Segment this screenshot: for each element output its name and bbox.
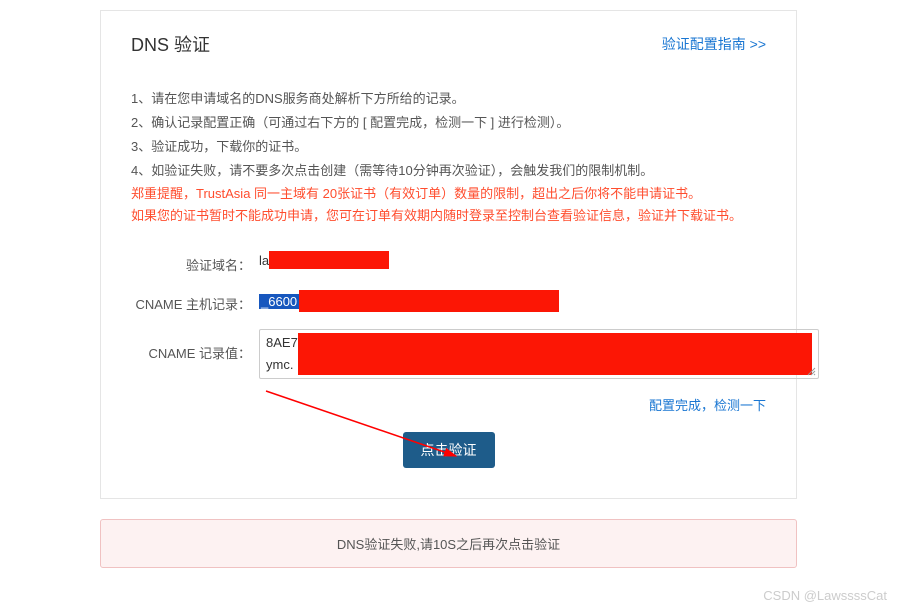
cname-value-line2: ymc.: [266, 355, 298, 375]
watermark: CSDN @LawssssCat: [763, 588, 887, 603]
redacted-bar: [299, 290, 559, 312]
cname-host-value: _6600: [259, 290, 559, 312]
verify-button-row: 点击验证: [131, 432, 766, 468]
form-row-domain: 验证域名： la: [131, 251, 766, 274]
config-done-link[interactable]: 配置完成，检测一下: [649, 398, 766, 413]
domain-label: 验证域名：: [131, 251, 251, 274]
instruction-line-2: 2、确认记录配置正确（可通过右下方的 [ 配置完成，检测一下 ] 进行检测）。: [131, 111, 766, 135]
cname-value-line1: 8AE7: [266, 333, 298, 353]
dns-verify-panel: DNS 验证 验证配置指南 >> 1、请在您申请域名的DNS服务商处解析下方所给…: [100, 10, 797, 499]
panel-title: DNS 验证: [131, 31, 210, 57]
redacted-bar: [269, 251, 389, 269]
domain-prefix: la: [259, 253, 269, 268]
cname-value-container: 8AE7 ymc.: [259, 329, 819, 379]
cname-host-prefix: _6600: [259, 294, 299, 309]
domain-value: la: [259, 251, 389, 269]
redacted-bar: [298, 333, 812, 375]
instruction-line-3: 3、验证成功，下载你的证书。: [131, 135, 766, 159]
form-block: 验证域名： la CNAME 主机记录： _6600 CNAME 记录值： 8A…: [131, 251, 766, 468]
error-banner: DNS验证失败,请10S之后再次点击验证: [100, 519, 797, 568]
cname-value-textarea[interactable]: 8AE7 ymc.: [259, 329, 819, 379]
verify-button[interactable]: 点击验证: [403, 432, 495, 468]
form-row-cname-value: CNAME 记录值： 8AE7 ymc.: [131, 329, 766, 379]
warning-line-2: 如果您的证书暂时不能成功申请，您可在订单有效期内随时登录至控制台查看验证信息，验…: [131, 205, 766, 227]
guide-link[interactable]: 验证配置指南 >>: [662, 34, 766, 54]
panel-header: DNS 验证 验证配置指南 >>: [131, 31, 766, 57]
resize-handle-icon[interactable]: [806, 366, 816, 376]
instruction-line-4: 4、如验证失败，请不要多次点击创建（需等待10分钟再次验证），会触发我们的限制机…: [131, 159, 766, 183]
instructions: 1、请在您申请域名的DNS服务商处解析下方所给的记录。 2、确认记录配置正确（可…: [131, 87, 766, 227]
form-row-cname-host: CNAME 主机记录： _6600: [131, 290, 766, 313]
actions-row: 配置完成，检测一下: [131, 395, 766, 414]
warning-line-1: 郑重提醒，TrustAsia 同一主域有 20张证书（有效订单）数量的限制，超出…: [131, 183, 766, 205]
cname-host-label: CNAME 主机记录：: [131, 290, 251, 313]
cname-value-label: CNAME 记录值：: [131, 329, 251, 362]
instruction-line-1: 1、请在您申请域名的DNS服务商处解析下方所给的记录。: [131, 87, 766, 111]
